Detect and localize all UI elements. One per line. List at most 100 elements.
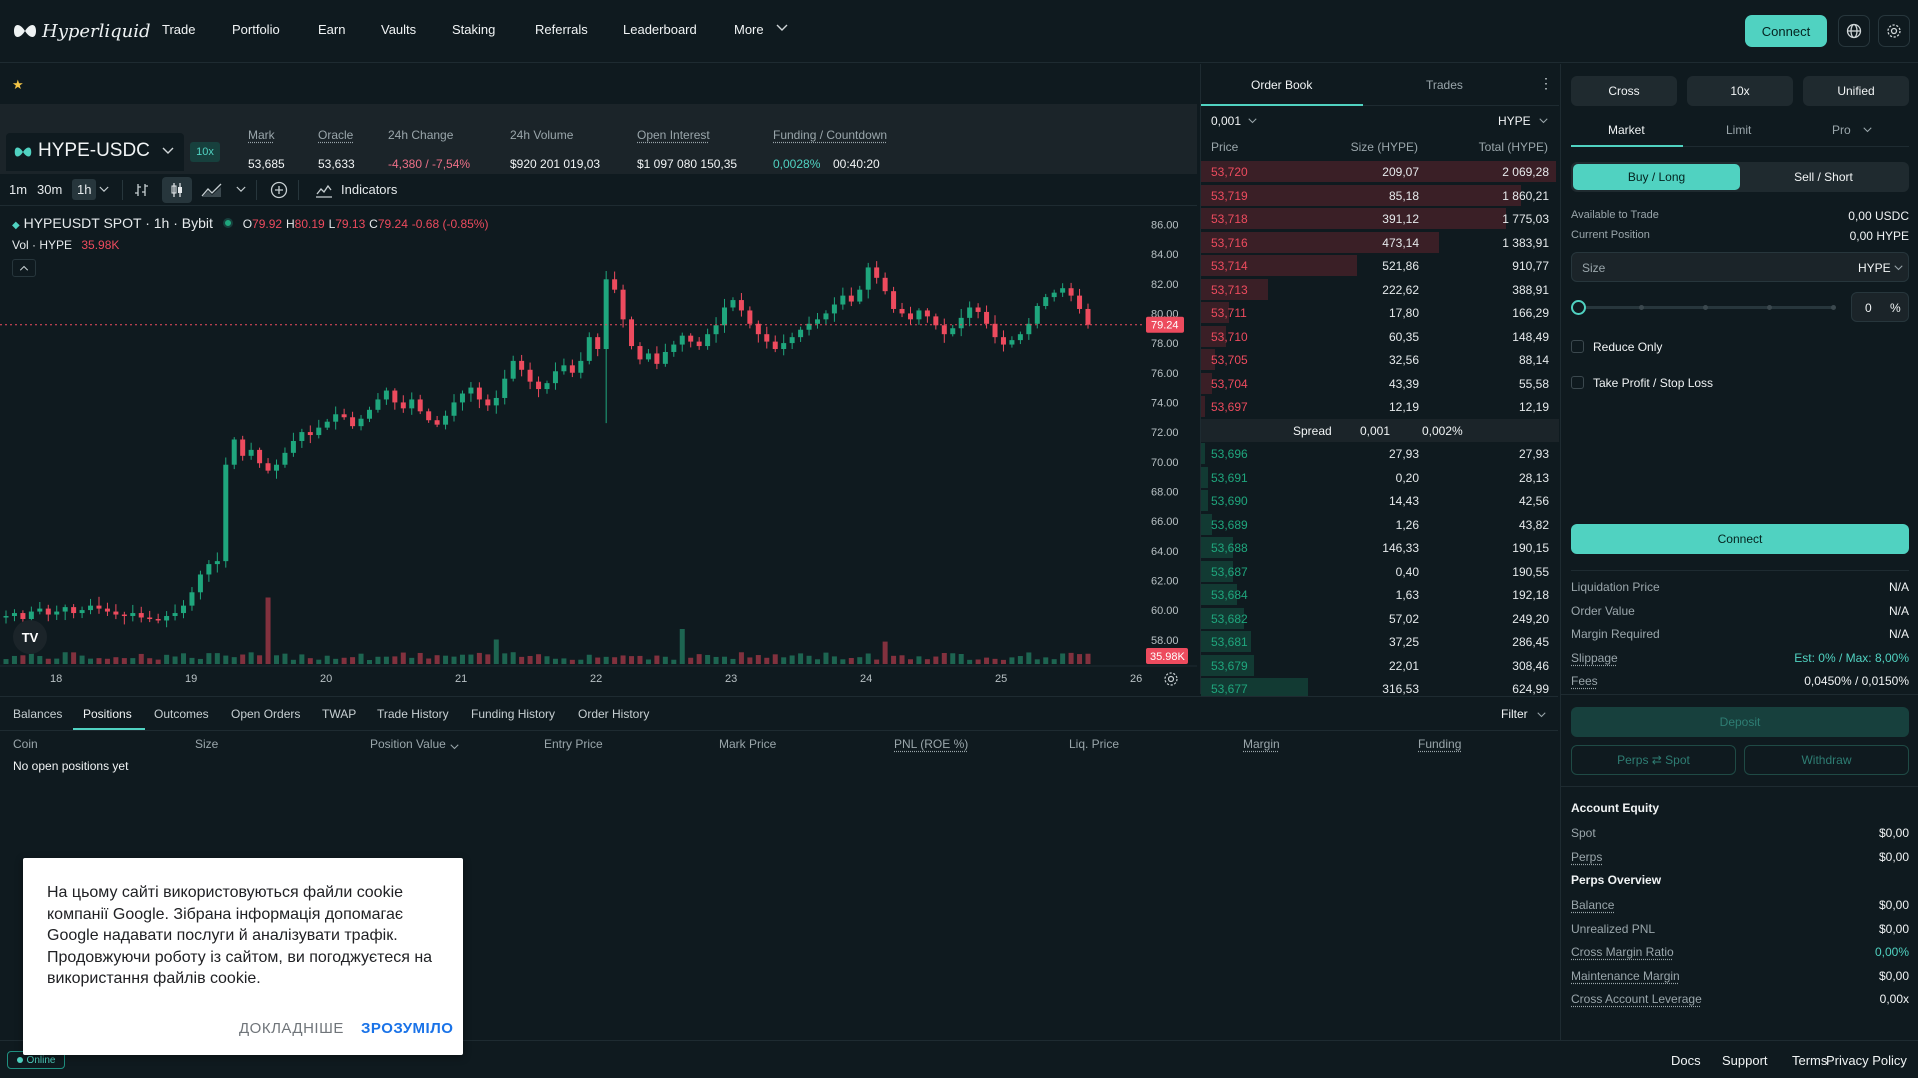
bid-row[interactable]: 53,682 57,02 249,20	[1201, 607, 1559, 630]
tab-funding-history[interactable]: Funding History	[471, 707, 555, 721]
ask-price: 53,720	[1211, 165, 1248, 179]
bid-row[interactable]: 53,688 146,33 190,15	[1201, 536, 1559, 559]
ask-row[interactable]: 53,719 85,18 1 860,21	[1201, 184, 1559, 207]
nav-item-more[interactable]: More	[734, 22, 764, 37]
sell-short-button[interactable]: Sell / Short	[1740, 164, 1907, 190]
indicators-icon[interactable]	[315, 182, 333, 198]
volume-bar	[189, 657, 195, 664]
ask-row[interactable]: 53,711 17,80 166,29	[1201, 301, 1559, 324]
tab-trade-history[interactable]: Trade History	[377, 707, 449, 721]
logo[interactable]: Hyperliquid	[14, 14, 151, 48]
candle-body	[248, 449, 254, 456]
more-options-icon[interactable]: ⋮	[1539, 75, 1553, 92]
ask-row[interactable]: 53,710 60,35 148,49	[1201, 325, 1559, 348]
star-icon[interactable]: ★	[12, 77, 24, 93]
footer-link-docs[interactable]: Docs	[1671, 1053, 1701, 1068]
cookie-more-button[interactable]: ДОКЛАДНІШЕ	[239, 1020, 344, 1037]
interval-30m[interactable]: 30m	[37, 182, 62, 197]
indicators-button[interactable]: Indicators	[341, 182, 397, 197]
ask-row[interactable]: 53,704 43,39 55,58	[1201, 372, 1559, 395]
size-slider[interactable]	[1571, 299, 1839, 315]
tab-outcomes[interactable]: Outcomes	[154, 707, 209, 721]
gear-icon[interactable]	[1878, 15, 1910, 47]
ask-row[interactable]: 53,713 222,62 388,91	[1201, 278, 1559, 301]
nav-item-leaderboard[interactable]: Leaderboard	[623, 22, 697, 37]
ask-row[interactable]: 53,720 209,07 2 069,28	[1201, 160, 1559, 183]
bar-style-icon[interactable]	[134, 182, 150, 198]
footer-link-support[interactable]: Support	[1722, 1053, 1768, 1068]
bid-row[interactable]: 53,687 0,40 190,55	[1201, 560, 1559, 583]
chevron-down-icon[interactable]	[776, 20, 788, 35]
bid-row[interactable]: 53,691 0,20 28,13	[1201, 466, 1559, 489]
bid-row[interactable]: 53,690 14,43 42,56	[1201, 489, 1559, 512]
nav-item-staking[interactable]: Staking	[452, 22, 495, 37]
cookie-accept-button[interactable]: ЗРОЗУМІЛО	[361, 1020, 453, 1037]
ask-row[interactable]: 53,714 521,86 910,77	[1201, 254, 1559, 277]
percent-input[interactable]: 0 %	[1851, 292, 1909, 322]
tab-open-orders[interactable]: Open Orders	[231, 707, 300, 721]
perps-spot-button[interactable]: Perps ⇄ Spot	[1571, 745, 1736, 775]
ask-price: 53,697	[1211, 400, 1248, 414]
globe-icon[interactable]	[1838, 15, 1870, 47]
tab-pro[interactable]: Pro	[1832, 123, 1851, 137]
tradingview-logo[interactable]: TV	[13, 620, 47, 654]
bid-row[interactable]: 53,684 1,63 192,18	[1201, 583, 1559, 606]
connect-trade-button[interactable]: Connect	[1571, 524, 1909, 554]
column-header[interactable]: Position Value	[370, 737, 446, 751]
cross-margin-button[interactable]: Cross	[1571, 76, 1677, 106]
chevron-down-icon[interactable]	[450, 739, 459, 753]
buy-long-button[interactable]: Buy / Long	[1573, 164, 1740, 190]
deposit-button[interactable]: Deposit	[1571, 707, 1909, 737]
tab-order-history[interactable]: Order History	[578, 707, 649, 721]
chart-settings-icon[interactable]	[1163, 671, 1179, 687]
bid-row[interactable]: 53,681 37,25 286,45	[1201, 630, 1559, 653]
tab-balances[interactable]: Balances	[13, 707, 62, 721]
bid-row[interactable]: 53,679 22,01 308,46	[1201, 654, 1559, 677]
volume-bar	[798, 653, 804, 664]
filter-button[interactable]: Filter	[1501, 707, 1528, 721]
chevron-down-icon[interactable]	[99, 186, 109, 193]
nav-item-portfolio[interactable]: Portfolio	[232, 22, 280, 37]
tab-market[interactable]: Market	[1608, 123, 1645, 137]
connect-button[interactable]: Connect	[1745, 15, 1827, 47]
volume-bar	[443, 655, 449, 664]
withdraw-button[interactable]: Withdraw	[1744, 745, 1909, 775]
tab-limit[interactable]: Limit	[1726, 123, 1751, 137]
leverage-button[interactable]: 10x	[1687, 76, 1793, 106]
bid-row[interactable]: 53,689 1,26 43,82	[1201, 513, 1559, 536]
interval-1m[interactable]: 1m	[9, 182, 27, 197]
nav-item-referrals[interactable]: Referrals	[535, 22, 588, 37]
tpsl-checkbox[interactable]	[1571, 376, 1584, 389]
area-chart-icon[interactable]	[201, 182, 223, 198]
size-unit-select[interactable]: HYPE	[1858, 261, 1891, 275]
ask-row[interactable]: 53,697 12,19 12,19	[1201, 395, 1559, 418]
tab-twap[interactable]: TWAP	[322, 707, 356, 721]
interval-1h[interactable]: 1h	[72, 179, 97, 200]
tab-trades[interactable]: Trades	[1426, 78, 1463, 92]
reduce-only-checkbox[interactable]	[1571, 340, 1584, 353]
slider-handle[interactable]	[1571, 300, 1586, 315]
add-indicator-icon[interactable]	[270, 181, 288, 199]
tab-order-book[interactable]: Order Book	[1251, 78, 1312, 92]
tab-positions[interactable]: Positions	[83, 707, 132, 721]
ask-row[interactable]: 53,716 473,14 1 383,91	[1201, 231, 1559, 254]
tick-size-select[interactable]: 0,001	[1211, 114, 1241, 128]
nav-item-vaults[interactable]: Vaults	[381, 22, 416, 37]
ask-row[interactable]: 53,718 391,12 1 775,03	[1201, 207, 1559, 230]
pair-selector[interactable]: HYPE-USDC	[6, 133, 184, 171]
footer-link-privacy-policy[interactable]: Privacy Policy	[1826, 1053, 1907, 1068]
ask-row[interactable]: 53,705 32,56 88,14	[1201, 348, 1559, 371]
nav-item-earn[interactable]: Earn	[318, 22, 345, 37]
footer-link-terms[interactable]: Terms	[1792, 1053, 1827, 1068]
volume-bar	[544, 656, 550, 664]
chevron-down-icon[interactable]	[236, 186, 246, 193]
price-chart[interactable]: ◆ HYPEUSDT SPOT · 1h · Bybit O79.92 H80.…	[0, 207, 1197, 694]
candle-body	[789, 337, 795, 344]
col-size: Size (HYPE)	[1350, 140, 1418, 154]
unit-select[interactable]: HYPE	[1498, 114, 1531, 128]
unified-button[interactable]: Unified	[1803, 76, 1909, 106]
nav-item-trade[interactable]: Trade	[162, 22, 195, 37]
size-input[interactable]: Size HYPE	[1571, 252, 1909, 282]
candle-style-button[interactable]	[162, 177, 192, 203]
bid-row[interactable]: 53,696 27,93 27,93	[1201, 442, 1559, 465]
